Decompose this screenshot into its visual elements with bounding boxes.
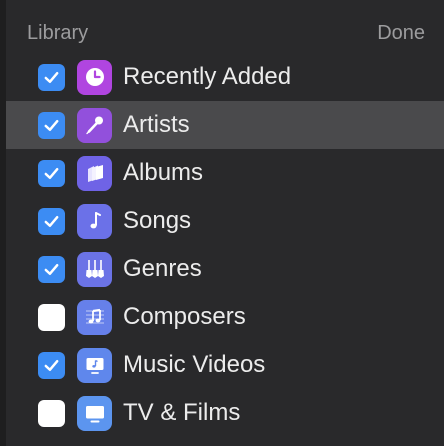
library-list: Recently Added Artists Albums Songs Genr… [6,53,444,437]
albums-checkbox[interactable] [38,159,65,187]
library-item-recently-added[interactable]: Recently Added [6,53,444,101]
checkmark-icon [44,215,59,227]
microphone-icon [77,107,112,143]
composers-checkbox[interactable] [38,303,65,331]
library-item-label: Albums [123,159,204,186]
library-item-label: TV & Films [123,399,241,426]
library-item-label: Genres [123,255,202,282]
library-item-label: Recently Added [123,63,292,90]
library-item-albums[interactable]: Albums [6,149,444,197]
tv-films-checkbox[interactable] [38,399,65,427]
checkmark-icon [44,359,59,371]
library-item-artists[interactable]: Artists [6,101,444,149]
checkmark-icon [44,71,59,83]
music-videos-checkbox[interactable] [38,351,65,379]
albums-icon [77,155,112,191]
recently-added-checkbox[interactable] [38,63,65,91]
guitars-icon [77,251,112,287]
library-item-tv-films[interactable]: TV & Films [6,389,444,437]
songs-checkbox[interactable] [38,207,65,235]
clock-icon [77,59,112,95]
library-header: Library Done [0,0,444,60]
library-item-label: Composers [123,303,246,330]
checkmark-icon [44,167,59,179]
library-item-label: Music Videos [123,351,266,378]
library-item-music-videos[interactable]: Music Videos [6,341,444,389]
library-item-genres[interactable]: Genres [6,245,444,293]
library-item-composers[interactable]: Composers [6,293,444,341]
checkmark-icon [44,263,59,275]
library-item-label: Artists [123,111,190,138]
sheet-music-icon [77,299,112,335]
library-item-songs[interactable]: Songs [6,197,444,245]
library-title: Library [27,22,89,44]
library-panel: Library Done Recently Added Artists Albu… [0,0,444,446]
music-note-icon [77,203,112,239]
tv-icon [77,395,112,431]
artists-checkbox[interactable] [38,111,65,139]
done-button[interactable]: Done [377,22,425,45]
music-video-icon [77,347,112,383]
genres-checkbox[interactable] [38,255,65,283]
checkmark-icon [44,119,59,131]
library-item-label: Songs [123,207,192,234]
